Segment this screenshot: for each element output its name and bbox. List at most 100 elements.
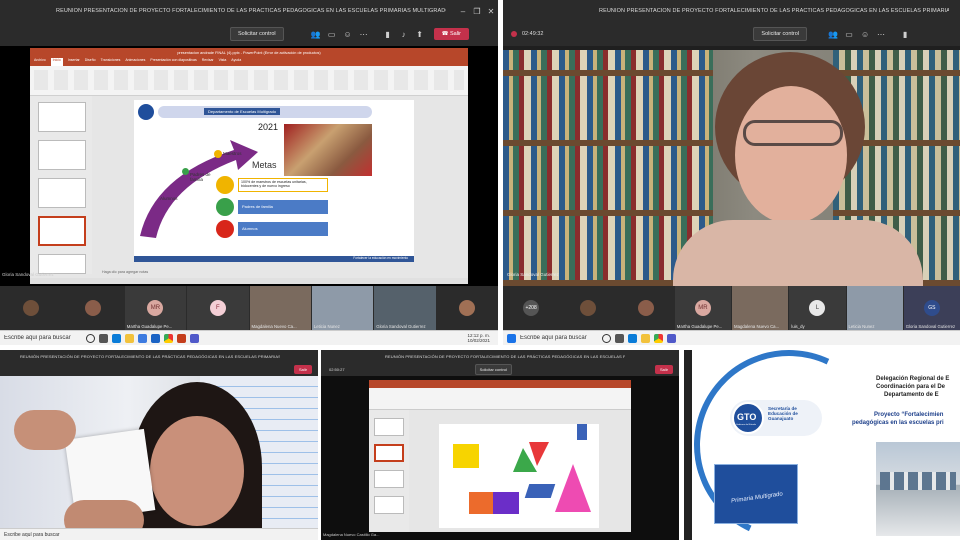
powerpoint-window: presentacion andrade FINAL (4).pptx - Po…	[30, 48, 468, 292]
thumbnail[interactable]	[374, 418, 404, 436]
more-options-icon[interactable]: ⋯	[356, 30, 372, 39]
participant-tile[interactable]	[62, 286, 124, 330]
thumbnail[interactable]	[374, 496, 404, 514]
menu-inicio[interactable]: Inicio	[50, 58, 63, 66]
thumbnail[interactable]	[38, 140, 86, 170]
student-hand	[14, 410, 76, 450]
meeting-timer: 02:49:32	[522, 31, 544, 37]
taskbar-date: 10/02/2021	[467, 338, 490, 343]
slide-footer-tag: Fortalecer la educación en movimiento	[353, 256, 408, 260]
thumbnail[interactable]	[374, 470, 404, 488]
participants-icon[interactable]: 👥	[825, 30, 841, 39]
request-control-button[interactable]: Solicitar control	[474, 363, 512, 375]
menu-transiciones[interactable]: Transiciones	[101, 58, 121, 66]
participant-overflow[interactable]: +208	[503, 286, 560, 330]
menu-revisar[interactable]: Revisar	[202, 58, 214, 66]
share-icon[interactable]: ⬆	[412, 30, 428, 39]
leave-button[interactable]: Salir	[293, 364, 312, 374]
reactions-icon[interactable]: ☺	[340, 30, 356, 39]
thumbnail[interactable]	[38, 102, 86, 132]
powerpoint-icon[interactable]	[177, 333, 186, 343]
menu-presentacion[interactable]: Presentación con diapositivas	[150, 58, 196, 66]
participant-tile[interactable]: Lluis_dy	[789, 286, 846, 330]
windows-start-icon[interactable]	[507, 333, 516, 343]
participant-tile[interactable]	[436, 286, 498, 330]
camera-icon[interactable]: ▮	[380, 30, 396, 39]
mic-icon[interactable]: ♪	[396, 30, 412, 39]
participant-tile[interactable]: MR Martha Guadalupe Pe...	[124, 286, 187, 330]
cortana-icon[interactable]	[86, 333, 95, 343]
taskbar-search[interactable]: Escribe aquí para buscar	[4, 335, 82, 341]
leave-button[interactable]: Salir	[654, 364, 673, 374]
shape-blue-parallelogram	[524, 484, 556, 498]
mail-icon[interactable]	[151, 333, 160, 343]
explorer-icon[interactable]	[125, 333, 134, 343]
participant-name: Leticia Nunez	[313, 324, 340, 329]
avatar	[637, 300, 654, 316]
minimize-icon[interactable]: –	[456, 7, 470, 16]
participant-tile[interactable]: Leticia Nunez	[846, 286, 903, 330]
slide-header-line5: pedagógicas en las escuelas pri	[852, 420, 944, 426]
menu-animaciones[interactable]: Animaciones	[125, 58, 145, 66]
participant-tile[interactable]	[0, 286, 62, 330]
chat-icon[interactable]: ▭	[841, 30, 857, 39]
explorer-icon[interactable]	[641, 333, 650, 343]
ribbon-icon-group	[34, 70, 464, 90]
chat-icon[interactable]: ▭	[324, 30, 340, 39]
thumbnail-selected[interactable]	[374, 444, 404, 462]
participant-tile[interactable]: Gloria Sandoval Gutierrez	[374, 286, 436, 330]
participants-icon[interactable]: 👥	[308, 30, 324, 39]
taskview-icon[interactable]	[615, 333, 624, 343]
meeting-controls-bar: Salir	[0, 362, 318, 376]
menu-vista[interactable]: Vista	[219, 58, 227, 66]
meeting-title: REUNIÓN PRESENTACIÓN DE PROYECTO FORTALE…	[20, 353, 280, 359]
reactions-icon[interactable]: ☺	[857, 30, 873, 39]
participant-name: Magdalena Nuevo Ca...	[251, 324, 297, 329]
leave-button[interactable]: ☎ Salir	[433, 28, 470, 40]
thumbnail[interactable]	[38, 254, 86, 274]
recording-dot-icon	[511, 31, 517, 37]
chrome-icon[interactable]	[654, 333, 663, 343]
teams-icon[interactable]	[190, 333, 199, 343]
participant-tile[interactable]: Magdalena Nuevo Ca...	[249, 286, 311, 330]
camera-icon[interactable]: ▮	[897, 30, 913, 39]
menu-archivo[interactable]: Archivo	[34, 58, 46, 66]
thumbnail-selected[interactable]	[38, 216, 86, 246]
maximize-icon[interactable]: ❐	[470, 7, 484, 16]
participant-tile[interactable]: GS Gloria Sandoval Gutierrez	[903, 286, 960, 330]
store-icon[interactable]	[138, 333, 147, 343]
teams-icon[interactable]	[667, 333, 676, 343]
shape-purple-rect	[493, 492, 519, 514]
taskview-icon[interactable]	[99, 333, 108, 343]
participant-tile[interactable]: Magdalena Nuevo Ca...	[732, 286, 789, 330]
gto-text: GTO	[737, 412, 757, 422]
more-options-icon[interactable]: ⋯	[873, 30, 889, 39]
request-control-button[interactable]: Solicitar control	[230, 27, 284, 41]
edge-icon[interactable]	[628, 333, 637, 343]
cortana-icon[interactable]	[602, 333, 611, 343]
taskbar-search[interactable]: Escribe aquí para buscar	[4, 532, 82, 538]
request-control-button[interactable]: Solicitar control	[753, 27, 808, 41]
participant-tile[interactable]: F	[187, 286, 249, 330]
student-video	[0, 376, 318, 540]
menu-ayuda[interactable]: Ayuda	[231, 58, 241, 66]
participant-tile[interactable]	[617, 286, 674, 330]
notes-area[interactable]: Haga clic para agregar notas	[102, 270, 148, 274]
menu-diseno[interactable]: Diseño	[85, 58, 96, 66]
menu-insertar[interactable]: Insertar	[68, 58, 80, 66]
meeting-title-bar: REUNIÓN PRESENTACIÓN DE PROYECTO FORTALE…	[0, 0, 498, 22]
participant-tile[interactable]	[560, 286, 617, 330]
participant-tile[interactable]: Leticia Nunez	[311, 286, 374, 330]
chrome-icon[interactable]	[164, 333, 173, 343]
participant-tile[interactable]: MR Martha Guadalupe Pe...	[674, 286, 731, 330]
thumbnail[interactable]	[38, 178, 86, 208]
gto-logo: GTO Gobierno del Estado Secretaría de Ed…	[730, 400, 822, 436]
meta-bar-2-text: Padres de familia	[242, 204, 273, 209]
participants-strip: MR Martha Guadalupe Pe... F Magdalena Nue…	[0, 286, 498, 330]
taskbar-search[interactable]: Escribe aquí para buscar	[520, 335, 598, 341]
edge-icon[interactable]	[112, 333, 121, 343]
gto-subtext: Gobierno del Estado	[736, 424, 756, 426]
arrow-item-alumnos: Alumnos	[160, 196, 178, 201]
avatar: F	[209, 300, 226, 316]
close-icon[interactable]: ✕	[484, 7, 498, 16]
